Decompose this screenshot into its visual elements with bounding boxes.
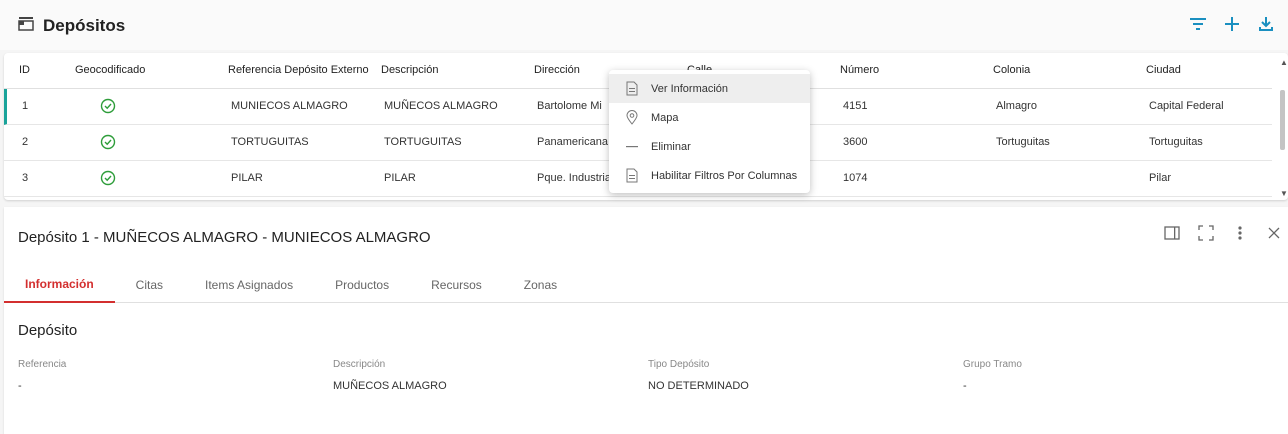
detail-title: Depósito 1 - MUÑECOS ALMAGRO - MUNIECOS … [18, 229, 431, 246]
plus-icon[interactable] [1222, 14, 1242, 34]
fullscreen-icon[interactable] [1196, 223, 1216, 243]
field-label: Referencia [18, 359, 67, 370]
close-icon[interactable] [1264, 223, 1284, 243]
cell-number: 1074 [843, 172, 868, 184]
document-icon [625, 168, 639, 184]
cell-number: 4151 [843, 100, 868, 112]
field-value: NO DETERMINADO [648, 380, 749, 392]
column-header-colony[interactable]: Colonia [993, 64, 1030, 76]
store-icon [17, 14, 35, 37]
title-group: Depósitos [17, 14, 125, 37]
menu-item-delete[interactable]: Eliminar [609, 132, 810, 161]
filter-icon[interactable] [1188, 14, 1208, 34]
column-header-description[interactable]: Descripción [381, 64, 438, 76]
column-header-address[interactable]: Dirección [534, 64, 580, 76]
column-header-id[interactable]: ID [19, 64, 30, 76]
field-grupo-tramo: Grupo Tramo - [963, 359, 1022, 392]
field-descripcion: Descripción MUÑECOS ALMAGRO [333, 359, 447, 392]
field-referencia: Referencia - [18, 359, 66, 392]
field-label: Tipo Depósito [648, 359, 710, 370]
cell-address: Bartolome Mi [537, 100, 602, 112]
cell-reference: TORTUGUITAS [231, 136, 309, 148]
column-header-geocoded[interactable]: Geocodificado [75, 64, 145, 76]
check-circle-icon [100, 170, 116, 189]
cell-colony: Almagro [996, 100, 1037, 112]
detail-panel: Depósito 1 - MUÑECOS ALMAGRO - MUNIECOS … [4, 207, 1288, 434]
scroll-down-icon[interactable]: ▼ [1280, 189, 1288, 198]
field-tipo-deposito: Tipo Depósito NO DETERMINADO [648, 359, 749, 392]
field-label: Grupo Tramo [963, 359, 1022, 370]
cell-reference: MUNIECOS ALMAGRO [231, 100, 348, 112]
header-actions [1188, 14, 1276, 34]
menu-item-label: Eliminar [651, 140, 691, 153]
field-value: MUÑECOS ALMAGRO [333, 380, 447, 392]
cell-city: Capital Federal [1149, 100, 1224, 112]
column-header-number[interactable]: Número [840, 64, 879, 76]
cell-number: 3600 [843, 136, 868, 148]
row-context-menu: Ver Información Mapa Eliminar Habilitar … [609, 70, 810, 193]
minus-icon [625, 139, 639, 155]
cell-id: 3 [22, 172, 29, 184]
menu-item-label: Ver Información [651, 82, 729, 95]
menu-item-enable-column-filters[interactable]: Habilitar Filtros Por Columnas [609, 161, 810, 190]
cell-colony: Tortuguitas [996, 136, 1050, 148]
section-title: Depósito [18, 322, 78, 339]
cell-city: Tortuguitas [1149, 136, 1203, 148]
column-header-reference[interactable]: Referencia Depósito Externo [228, 64, 369, 76]
menu-item-map[interactable]: Mapa [609, 103, 810, 132]
map-pin-icon [625, 110, 639, 126]
scroll-up-icon[interactable]: ▲ [1280, 58, 1288, 67]
document-icon [625, 81, 639, 97]
check-circle-icon [100, 134, 116, 153]
cell-city: Pilar [1149, 172, 1172, 184]
menu-item-label: Habilitar Filtros Por Columnas [651, 169, 798, 182]
tab-informacion[interactable]: Información [4, 267, 115, 303]
cell-description: TORTUGUITAS [384, 136, 462, 148]
page-header: Depósitos [0, 0, 1288, 50]
cell-description: PILAR [384, 172, 416, 184]
tab-productos[interactable]: Productos [314, 267, 410, 303]
detail-actions [1162, 223, 1284, 243]
cell-reference: PILAR [231, 172, 263, 184]
split-view-icon[interactable] [1162, 223, 1182, 243]
cell-id: 1 [22, 100, 29, 112]
tab-recursos[interactable]: Recursos [410, 267, 503, 303]
check-circle-icon [100, 98, 116, 117]
scrollbar-thumb[interactable] [1280, 90, 1285, 150]
field-value: - [18, 380, 22, 392]
cell-address: Panamericana [537, 136, 608, 148]
tab-zonas[interactable]: Zonas [503, 267, 578, 303]
menu-item-view-info[interactable]: Ver Información [609, 74, 810, 103]
tab-citas[interactable]: Citas [115, 267, 184, 303]
download-icon[interactable] [1256, 14, 1276, 34]
column-header-city[interactable]: Ciudad [1146, 64, 1181, 76]
cell-address: Pque. Industria [537, 172, 611, 184]
field-value: - [963, 380, 967, 392]
more-vert-icon[interactable] [1230, 223, 1250, 243]
page-title: Depósitos [43, 15, 126, 35]
cell-id: 2 [22, 136, 29, 148]
cell-description: MUÑECOS ALMAGRO [384, 100, 498, 112]
table-scrollbar[interactable]: ▲ ▼ [1280, 58, 1288, 198]
detail-tabs: Información Citas Items Asignados Produc… [4, 267, 1288, 303]
menu-item-label: Mapa [651, 111, 679, 124]
field-label: Descripción [333, 359, 386, 370]
tab-items-asignados[interactable]: Items Asignados [184, 267, 314, 303]
